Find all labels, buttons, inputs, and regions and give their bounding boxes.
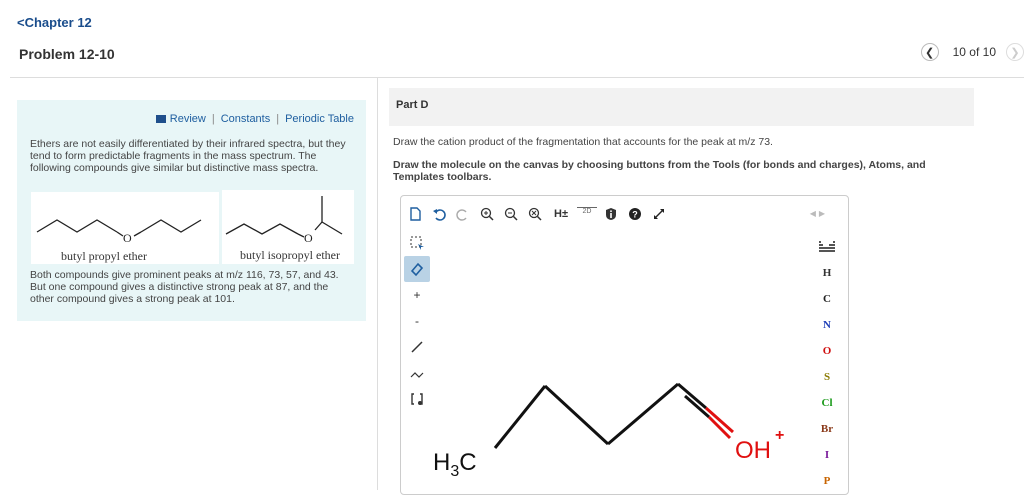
constants-link[interactable]: Constants bbox=[221, 113, 271, 125]
back-label: Chapter 12 bbox=[24, 15, 92, 30]
book-icon bbox=[155, 115, 166, 123]
instructions-text: Draw the molecule on the canvas by choos… bbox=[393, 159, 926, 183]
review-link[interactable]: Review bbox=[170, 113, 206, 125]
atom-h-button[interactable]: H bbox=[814, 260, 840, 286]
atom-s-button[interactable]: S bbox=[814, 364, 840, 390]
question-text: Draw the cation product of the fragmenta… bbox=[393, 136, 773, 148]
butyl-propyl-ether-structure: O butyl propyl ether bbox=[31, 192, 219, 264]
molecule-editor: H± 2D ? ◀▶ + - H3C OH + H C N O S Cl Br … bbox=[400, 195, 849, 495]
separator: | bbox=[276, 113, 280, 125]
info-panel: Review | Constants | Periodic Table Ethe… bbox=[17, 100, 366, 321]
cation-structure: H3C OH + bbox=[433, 382, 784, 480]
select-icon[interactable] bbox=[404, 230, 430, 256]
new-icon[interactable] bbox=[405, 204, 425, 224]
atoms-toolbar: H C N O S Cl Br I P bbox=[814, 234, 840, 494]
zoom-reset-icon[interactable] bbox=[525, 204, 545, 224]
drawing-canvas[interactable]: H3C OH + bbox=[433, 230, 813, 492]
chain-icon[interactable] bbox=[404, 360, 430, 386]
resource-links: Review | Constants | Periodic Table bbox=[155, 113, 354, 125]
oxygen-label: O bbox=[304, 231, 313, 245]
methyl-group-label: H3C bbox=[433, 449, 477, 480]
zoom-in-icon[interactable] bbox=[477, 204, 497, 224]
hydroxyl-label: OH bbox=[735, 437, 771, 464]
help-icon[interactable]: ? bbox=[625, 204, 645, 224]
chevron-left-icon: ❮ bbox=[925, 46, 935, 59]
mol1-label: butyl propyl ether bbox=[61, 249, 147, 263]
atom-c-button[interactable]: C bbox=[814, 286, 840, 312]
zoom-out-icon[interactable] bbox=[501, 204, 521, 224]
problem-title: Problem 12-10 bbox=[19, 46, 115, 62]
charge-label: + bbox=[775, 427, 784, 444]
redo-icon[interactable] bbox=[453, 204, 473, 224]
atom-p-button[interactable]: P bbox=[814, 468, 840, 494]
erase-icon[interactable] bbox=[404, 256, 430, 282]
atom-i-button[interactable]: I bbox=[814, 442, 840, 468]
part-title: Part D bbox=[396, 99, 429, 111]
butyl-isopropyl-ether-structure: O butyl isopropyl ether bbox=[222, 190, 354, 264]
part-header: Part D bbox=[389, 88, 974, 126]
atom-cl-button[interactable]: Cl bbox=[814, 390, 840, 416]
bracket-icon[interactable] bbox=[404, 386, 430, 412]
positive-charge-button[interactable]: + bbox=[404, 282, 430, 308]
atom-br-button[interactable]: Br bbox=[814, 416, 840, 442]
info-icon[interactable] bbox=[601, 204, 621, 224]
clean-2d-button[interactable]: 2D bbox=[577, 206, 597, 222]
prev-page-button[interactable]: ❮ bbox=[920, 43, 939, 61]
back-to-chapter-link[interactable]: <Chapter 12 bbox=[17, 15, 92, 30]
tools-toolbar: + - bbox=[404, 230, 430, 412]
separator: | bbox=[211, 113, 215, 125]
outro-text: Both compounds give prominent peaks at m… bbox=[30, 269, 339, 305]
expand-icon[interactable] bbox=[649, 204, 669, 224]
atom-o-button[interactable]: O bbox=[814, 338, 840, 364]
mol2-label: butyl isopropyl ether bbox=[240, 248, 340, 262]
hydrogen-toggle-button[interactable]: H± bbox=[549, 204, 573, 224]
svg-text:?: ? bbox=[632, 210, 638, 220]
negative-charge-button[interactable]: - bbox=[404, 308, 430, 334]
pager: ❮ 10 of 10 ❯ bbox=[920, 43, 1024, 61]
periodic-table-icon[interactable] bbox=[814, 234, 840, 260]
oxygen-label: O bbox=[123, 231, 132, 245]
header-divider bbox=[10, 77, 1024, 78]
periodic-table-link[interactable]: Periodic Table bbox=[285, 113, 354, 125]
next-page-button[interactable]: ❯ bbox=[1006, 43, 1024, 61]
editor-toolbar: H± 2D ? bbox=[405, 204, 673, 224]
toolbar-scroll-arrows[interactable]: ◀▶ bbox=[810, 209, 828, 218]
chevron-right-icon: ❯ bbox=[1010, 46, 1020, 59]
bond-icon[interactable] bbox=[404, 334, 430, 360]
undo-icon[interactable] bbox=[429, 204, 449, 224]
intro-text: Ethers are not easily differentiated by … bbox=[30, 138, 346, 174]
atom-n-button[interactable]: N bbox=[814, 312, 840, 338]
page-count: 10 of 10 bbox=[952, 45, 996, 59]
column-divider bbox=[377, 78, 378, 490]
